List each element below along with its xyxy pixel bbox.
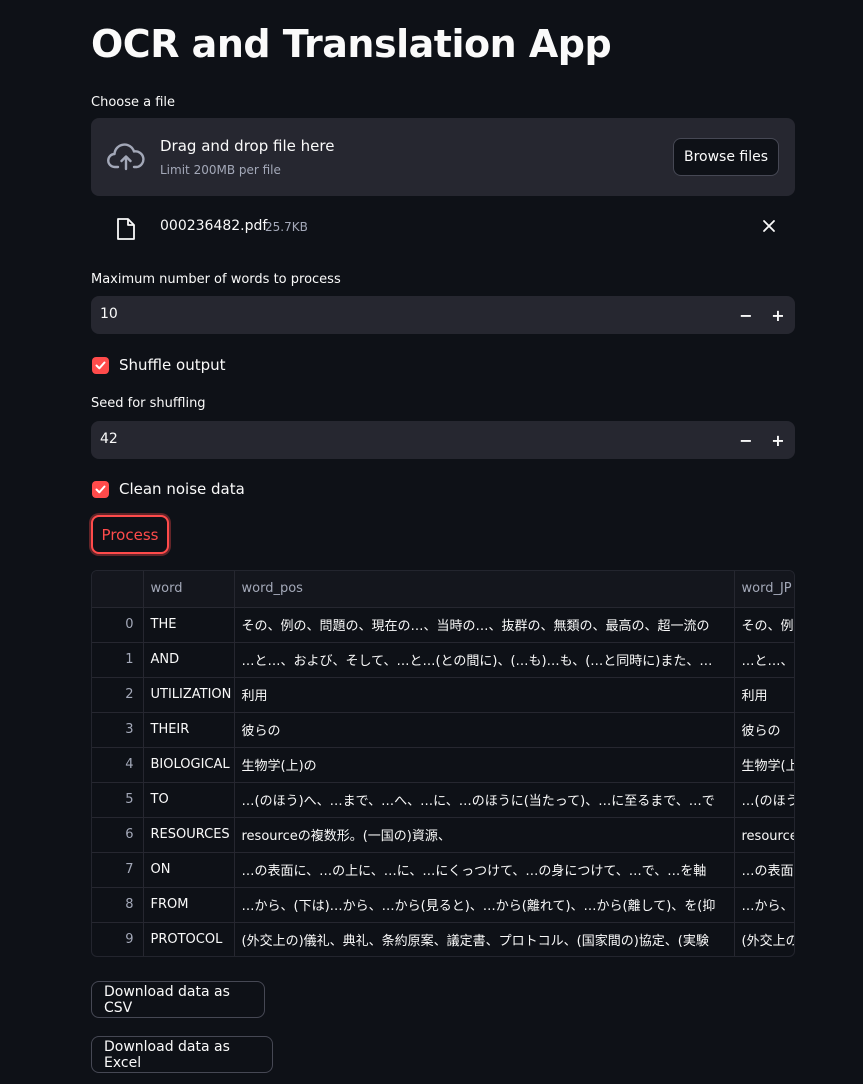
table-row: 2 UTILIZATION 利用 利用 <box>92 677 794 713</box>
page-title: OCR and Translation App <box>91 22 612 66</box>
clean-checkbox-box[interactable] <box>92 481 109 498</box>
word-pos-cell[interactable]: 彼らの <box>234 712 735 748</box>
file-dropzone[interactable]: Drag and drop file here Limit 200MB per … <box>91 118 795 196</box>
shuffle-output-label: Shuffle output <box>119 356 226 374</box>
column-header-index[interactable] <box>92 571 144 608</box>
seed-label: Seed for shuffling <box>91 396 206 411</box>
cloud-upload-icon <box>107 143 145 171</box>
check-icon <box>95 485 106 494</box>
word-cell[interactable]: PROTOCOL <box>143 922 235 956</box>
row-index[interactable]: 8 <box>92 887 144 923</box>
table-row: 4 BIOLOGICAL 生物学(上)の 生物学(上 <box>92 747 794 783</box>
row-index[interactable]: 6 <box>92 817 144 853</box>
word-jp-cell[interactable]: 彼らの <box>734 712 794 748</box>
shuffle-checkbox-box[interactable] <box>92 357 109 374</box>
word-jp-cell[interactable]: …(のほう <box>734 782 794 818</box>
word-pos-cell[interactable]: その、例の、問題の、現在の…、当時の…、抜群の、無類の、最高の、超一流の <box>234 607 735 643</box>
file-size: 25.7KB <box>265 220 308 234</box>
row-index[interactable]: 2 <box>92 677 144 713</box>
word-cell[interactable]: BIOLOGICAL <box>143 747 235 783</box>
word-jp-cell[interactable]: (外交上の <box>734 922 794 956</box>
table-row: 8 FROM …から、(下は)…から、…から(見ると)、…から(離れて)、…から(離… <box>92 887 794 923</box>
table-row: 0 THE その、例の、問題の、現在の…、当時の…、抜群の、無類の、最高の、超一流の… <box>92 607 794 643</box>
word-jp-cell[interactable]: その、例 <box>734 607 794 643</box>
download-csv-button[interactable]: Download data as CSV <box>91 981 265 1018</box>
word-jp-cell[interactable]: resourceの <box>734 817 794 853</box>
word-pos-cell[interactable]: 利用 <box>234 677 735 713</box>
close-icon[interactable] <box>761 218 777 234</box>
word-cell[interactable]: TO <box>143 782 235 818</box>
max-words-increment-button[interactable]: + <box>762 296 794 334</box>
browse-files-button[interactable]: Browse files <box>673 138 779 176</box>
word-pos-cell[interactable]: …から、(下は)…から、…から(見ると)、…から(離れて)、…から(離して)、を… <box>234 887 735 923</box>
seed-decrement-button[interactable]: − <box>730 421 762 459</box>
uploader-label: Choose a file <box>91 95 176 110</box>
column-header-word-pos[interactable]: word_pos <box>234 571 735 608</box>
table-row: 6RESOURCESresourceの複数形。(一国の)資源、resourceの <box>92 817 794 853</box>
seed-increment-button[interactable]: + <box>762 421 794 459</box>
word-cell[interactable]: THE <box>143 607 235 643</box>
clean-noise-label: Clean noise data <box>119 480 245 498</box>
word-cell[interactable]: ON <box>143 852 235 888</box>
row-index[interactable]: 1 <box>92 642 144 678</box>
row-index[interactable]: 0 <box>92 607 144 643</box>
word-pos-cell[interactable]: …の表面に、…の上に、…に、…にくっつけて、…の身につけて、…で、…を軸 <box>234 852 735 888</box>
table-header-row: word word_pos word_JP <box>92 571 794 608</box>
table-row: 1 AND …と…、および、そして、…と…(との間に)、(…も)…も、(…と同時に)… <box>92 642 794 678</box>
table-row: 9 PROTOCOL (外交上の)儀礼、典礼、条約原案、議定書、プロトコル、(国家間… <box>92 922 794 956</box>
max-words-decrement-button[interactable]: − <box>730 296 762 334</box>
table-row: 3 THEIR 彼らの 彼らの <box>92 712 794 748</box>
max-words-value[interactable]: 10 <box>100 306 118 322</box>
word-cell[interactable]: THEIR <box>143 712 235 748</box>
row-index[interactable]: 4 <box>92 747 144 783</box>
word-pos-cell[interactable]: …(のほう)へ、…まで、…へ、…に、…のほうに(当たって)、…に至るまで、…で <box>234 782 735 818</box>
table-row: 5 TO …(のほう)へ、…まで、…へ、…に、…のほうに(当たって)、…に至るまで、… <box>92 782 794 818</box>
word-cell[interactable]: AND <box>143 642 235 678</box>
process-button[interactable]: Process <box>91 515 169 554</box>
seed-value[interactable]: 42 <box>100 431 118 447</box>
file-icon <box>117 218 135 240</box>
dropzone-limit: Limit 200MB per file <box>160 163 281 177</box>
row-index[interactable]: 3 <box>92 712 144 748</box>
file-name: 000236482.pdf <box>160 218 268 234</box>
table-row: 7 ON …の表面に、…の上に、…に、…にくっつけて、…の身につけて、…で、…を軸…… <box>92 852 794 888</box>
word-pos-cell[interactable]: …と…、および、そして、…と…(との間に)、(…も)…も、(…と同時に)また、… <box>234 642 735 678</box>
column-header-word-jp[interactable]: word_JP <box>734 571 794 608</box>
word-cell[interactable]: RESOURCES <box>143 817 235 853</box>
column-header-word[interactable]: word <box>143 571 235 608</box>
word-pos-cell[interactable]: resourceの複数形。(一国の)資源、 <box>234 817 735 853</box>
uploaded-file-row: 000236482.pdf 25.7KB <box>91 208 795 248</box>
word-cell[interactable]: UTILIZATION <box>143 677 235 713</box>
results-table[interactable]: word word_pos word_JP 0 THE その、例の、問題の、現在の…… <box>91 570 795 957</box>
word-cell[interactable]: FROM <box>143 887 235 923</box>
word-jp-cell[interactable]: 生物学(上 <box>734 747 794 783</box>
word-jp-cell[interactable]: …から、 <box>734 887 794 923</box>
word-jp-cell[interactable]: …の表面 <box>734 852 794 888</box>
max-words-label: Maximum number of words to process <box>91 272 341 287</box>
word-pos-cell[interactable]: (外交上の)儀礼、典礼、条約原案、議定書、プロトコル、(国家間の)協定、(実験 <box>234 922 735 956</box>
seed-input[interactable]: 42 − + <box>91 421 795 459</box>
download-excel-button[interactable]: Download data as Excel <box>91 1036 273 1073</box>
check-icon <box>95 361 106 370</box>
max-words-input[interactable]: 10 − + <box>91 296 795 334</box>
word-pos-cell[interactable]: 生物学(上)の <box>234 747 735 783</box>
row-index[interactable]: 9 <box>92 922 144 956</box>
word-jp-cell[interactable]: 利用 <box>734 677 794 713</box>
word-jp-cell[interactable]: …と…、 <box>734 642 794 678</box>
row-index[interactable]: 5 <box>92 782 144 818</box>
row-index[interactable]: 7 <box>92 852 144 888</box>
dropzone-title: Drag and drop file here <box>160 137 335 155</box>
